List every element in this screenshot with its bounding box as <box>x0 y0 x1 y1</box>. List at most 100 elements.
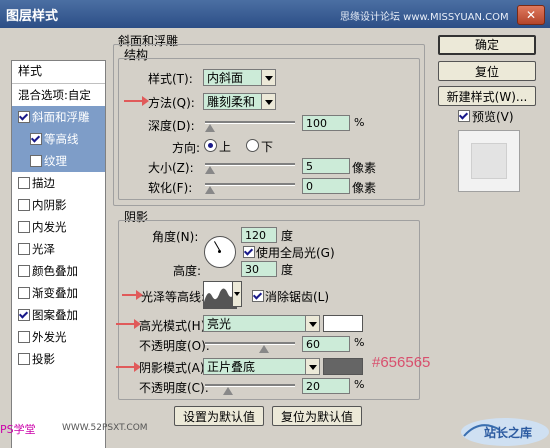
gloss-contour-label: 光泽等高线: <box>141 290 206 304</box>
method-value: 雕刻柔和 <box>207 95 256 109</box>
style-item[interactable]: 渐变叠加 <box>12 282 105 304</box>
style-item[interactable]: 光泽 <box>12 238 105 260</box>
antialias-checkbox[interactable] <box>252 290 264 302</box>
style-item[interactable]: 斜面和浮雕 <box>12 106 105 128</box>
style-item-label: 光泽 <box>32 242 55 256</box>
style-item[interactable]: 等高线 <box>12 128 105 150</box>
method-select[interactable]: 雕刻柔和 <box>203 93 276 110</box>
ps-brand-watermark: PS学堂 <box>0 423 36 436</box>
soften-slider[interactable] <box>205 183 295 186</box>
style-item-checkbox[interactable] <box>30 133 42 145</box>
reset-default-button[interactable]: 复位为默认值 <box>272 406 362 426</box>
highlight-opacity-slider[interactable] <box>205 342 295 345</box>
size-slider-thumb[interactable] <box>205 166 215 174</box>
preview-label: 预览(V) <box>472 110 514 124</box>
gloss-contour-dropdown[interactable] <box>232 281 242 307</box>
direction-up-radio[interactable] <box>204 139 217 152</box>
style-list: 样式 混合选项:自定 斜面和浮雕 等高线纹理描边内阴影 内发光光泽颜色叠加渐变叠加图… <box>11 60 106 448</box>
style-item-label: 渐变叠加 <box>32 286 78 300</box>
dialog-body: 样式 混合选项:自定 斜面和浮雕 等高线纹理描边内阴影 内发光光泽颜色叠加渐变叠加图… <box>0 28 550 448</box>
blend-options-item[interactable]: 混合选项:自定 <box>12 84 105 106</box>
annotation-arrow-highlight <box>116 319 141 329</box>
style-item[interactable]: 外发光 <box>12 326 105 348</box>
title-bar: 图层样式 思缘设计论坛 www.MISSYUAN.COM ✕ <box>0 0 550 28</box>
style-item[interactable]: 投影 <box>12 348 105 370</box>
direction-down-label: 下 <box>261 140 274 154</box>
antialias-label: 消除锯齿(L) <box>265 290 330 304</box>
style-list-header[interactable]: 样式 <box>12 61 105 84</box>
style-item-label: 纹理 <box>44 154 67 168</box>
highlight-mode-select[interactable]: 亮光 <box>203 315 320 332</box>
angle-dial[interactable] <box>204 236 236 268</box>
shadow-mode-select[interactable]: 正片叠底 <box>203 358 320 375</box>
logo-text: 站长之库 <box>484 426 533 440</box>
style-item-checkbox[interactable] <box>18 221 30 233</box>
shadow-opacity-input[interactable]: 20 <box>302 378 350 394</box>
style-item-checkbox[interactable] <box>18 309 30 321</box>
highlight-color-swatch[interactable] <box>323 315 363 332</box>
new-style-button[interactable]: 新建样式(W)... <box>438 86 536 106</box>
direction-down-radio[interactable] <box>246 139 259 152</box>
close-button[interactable]: ✕ <box>517 5 545 25</box>
style-item[interactable]: 图案叠加 <box>12 304 105 326</box>
style-item-checkbox[interactable] <box>30 155 42 167</box>
style-item-checkbox[interactable] <box>18 243 30 255</box>
direction-label: 方向: <box>172 141 201 155</box>
shadow-mode-label: 阴影模式(A): <box>139 361 209 375</box>
altitude-unit: 度 <box>281 263 294 277</box>
shadow-color-annotation: #656565 <box>372 354 431 371</box>
soften-input[interactable]: 0 <box>302 178 350 194</box>
soften-slider-thumb[interactable] <box>205 186 215 194</box>
soften-label: 软化(F): <box>148 181 193 195</box>
layer-style-dialog: 图层样式 思缘设计论坛 www.MISSYUAN.COM ✕ 样式 混合选项:自… <box>0 0 550 448</box>
style-item-checkbox[interactable] <box>18 199 30 211</box>
style-item[interactable]: 颜色叠加 <box>12 260 105 282</box>
altitude-label: 高度: <box>173 264 202 278</box>
style-item[interactable]: 内发光 <box>12 216 105 238</box>
altitude-input[interactable]: 30 <box>241 261 277 277</box>
style-item-checkbox[interactable] <box>18 265 30 277</box>
style-item-checkbox[interactable] <box>18 177 30 189</box>
style-item-checkbox[interactable] <box>18 111 30 123</box>
style-item-label: 描边 <box>32 176 55 190</box>
style-item-label: 外发光 <box>32 330 67 344</box>
style-item-label: 投影 <box>32 352 55 366</box>
highlight-opacity-label: 不透明度(O): <box>139 339 210 353</box>
style-item-checkbox[interactable] <box>18 331 30 343</box>
shadow-opacity-unit: % <box>354 378 365 391</box>
size-slider[interactable] <box>205 163 295 166</box>
depth-slider-thumb[interactable] <box>205 124 215 132</box>
style-label: 样式(T): <box>148 72 193 86</box>
style-value: 内斜面 <box>207 71 244 85</box>
angle-input[interactable]: 120 <box>241 227 277 243</box>
make-default-button[interactable]: 设置为默认值 <box>174 406 264 426</box>
style-preview <box>458 130 520 192</box>
size-input[interactable]: 5 <box>302 158 350 174</box>
chevron-down-icon <box>305 359 319 374</box>
reset-button[interactable]: 复位 <box>438 61 536 81</box>
style-item[interactable]: 内阴影 <box>12 194 105 216</box>
preview-swatch <box>471 143 507 179</box>
depth-slider[interactable] <box>205 121 295 124</box>
global-light-label: 使用全局光(G) <box>256 246 335 260</box>
style-item-checkbox[interactable] <box>18 287 30 299</box>
highlight-opacity-input[interactable]: 60 <box>302 336 350 352</box>
highlight-opacity-thumb[interactable] <box>259 345 269 353</box>
site-logo: 站长之库 <box>460 410 550 448</box>
ok-button[interactable]: 确定 <box>438 35 536 55</box>
annotation-arrow-shadow <box>116 362 141 372</box>
depth-input[interactable]: 100 <box>302 115 350 131</box>
shadow-opacity-label: 不透明度(C): <box>139 381 209 395</box>
style-item[interactable]: 纹理 <box>12 150 105 172</box>
depth-unit: % <box>354 116 365 129</box>
shadow-opacity-slider[interactable] <box>205 384 295 387</box>
style-item-checkbox[interactable] <box>18 353 30 365</box>
angle-unit: 度 <box>281 229 294 243</box>
global-light-checkbox[interactable] <box>243 246 255 258</box>
style-item[interactable]: 描边 <box>12 172 105 194</box>
shadow-opacity-thumb[interactable] <box>223 387 233 395</box>
style-select[interactable]: 内斜面 <box>203 69 276 86</box>
preview-checkbox[interactable] <box>458 110 470 122</box>
highlight-opacity-unit: % <box>354 336 365 349</box>
shadow-color-swatch[interactable] <box>323 358 363 375</box>
